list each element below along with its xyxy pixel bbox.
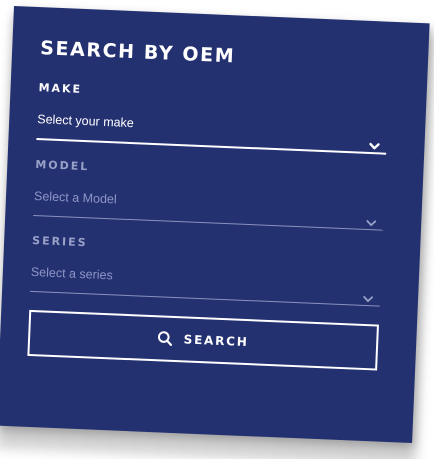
series-select-value: Select a series bbox=[30, 264, 114, 283]
model-select-value: Select a Model bbox=[33, 189, 117, 207]
series-label: SERIES bbox=[31, 233, 88, 250]
chevron-down-icon bbox=[362, 293, 374, 305]
model-label: MODEL bbox=[35, 158, 90, 174]
make-select-value: Select your make bbox=[36, 112, 135, 131]
make-label: MAKE bbox=[38, 81, 83, 96]
model-field: MODEL Select a Model bbox=[33, 158, 385, 231]
screenshot-stage: SEARCH BY OEM MAKE Select your make MODE… bbox=[0, 0, 434, 459]
search-button-label: SEARCH bbox=[183, 332, 249, 350]
oem-search-panel: SEARCH BY OEM MAKE Select your make MODE… bbox=[0, 6, 430, 444]
series-field: SERIES Select a series bbox=[30, 234, 382, 307]
search-button[interactable]: SEARCH bbox=[27, 309, 379, 371]
chevron-down-icon bbox=[368, 140, 380, 152]
panel-title: SEARCH BY OEM bbox=[39, 37, 236, 68]
model-select[interactable]: Select a Model bbox=[33, 185, 385, 231]
series-select[interactable]: Select a series bbox=[30, 260, 382, 307]
make-select[interactable]: Select your make bbox=[36, 108, 388, 155]
search-icon bbox=[157, 330, 174, 347]
make-field: MAKE Select your make bbox=[36, 81, 388, 155]
oem-search-form: SEARCH BY OEM MAKE Select your make MODE… bbox=[27, 37, 390, 371]
chevron-down-icon bbox=[365, 217, 377, 229]
